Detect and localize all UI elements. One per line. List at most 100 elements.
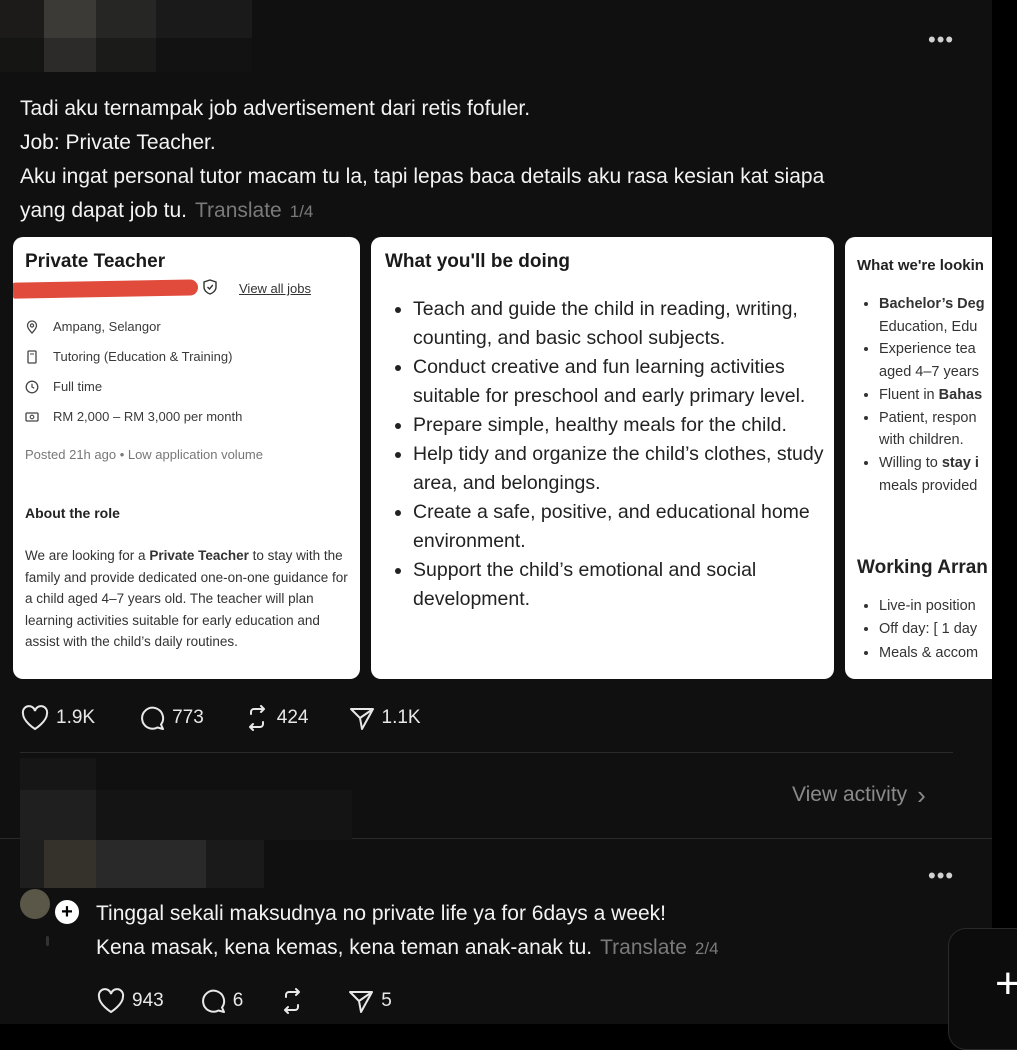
arrangement-item: Live-in position [879,595,978,618]
post-body: Tadi aku ternampak job advertisement dar… [20,92,970,229]
reply-more-button[interactable]: ••• [928,865,954,887]
requirement-item: Patient, respon with children. [879,407,985,452]
requirement-item: Experience tea aged 4–7 years [879,338,985,383]
like-count: 1.9K [56,707,96,728]
duty-item: Support the child’s emotional and social… [413,556,834,614]
working-arrangement-list: Live-in position Off day: [ 1 day Meals … [857,595,978,665]
duty-item: Prepare simple, healthy meals for the ch… [413,411,834,440]
requirement-item: Willing to stay i meals provided [879,452,985,497]
reply-avatar[interactable] [20,889,50,919]
duty-item: Teach and guide the child in reading, wr… [413,295,834,353]
duty-item: Conduct creative and fun learning activi… [413,353,834,411]
plus-icon: + [995,959,1017,1008]
clock-icon [25,380,39,394]
chevron-right-icon: › [917,780,926,810]
divider [20,752,953,753]
job-type-text: Full time [53,379,103,394]
heart-icon [21,705,49,731]
view-all-jobs-link[interactable]: View all jobs [239,281,311,296]
post-translate-link[interactable]: Translate [195,199,282,222]
comment-button[interactable]: 773 [139,705,204,731]
requirement-text: Education, Edu [879,318,978,335]
post-line-4: yang dapat job tu. Translate 1/4 [20,194,970,229]
post-action-bar: 1.9K 773 424 1.1K [21,705,421,731]
requirement-item: Bachelor’s Deg Education, Edu [879,293,985,338]
requirement-text: Bahas [938,386,983,403]
job-title: Private Teacher [25,251,166,272]
duty-item: Help tidy and organize the child’s cloth… [413,440,834,498]
category-text: Tutoring (Education & Training) [53,349,233,364]
comment-icon [201,989,225,1013]
requirements-list: Bachelor’s Deg Education, Edu Experience … [857,293,985,497]
repost-icon [284,988,301,1014]
about-text-bold: Private Teacher [149,548,249,563]
reply-like-button[interactable]: 943 [97,988,164,1014]
view-activity-link[interactable]: View activity › [792,780,926,810]
requirement-text: aged 4–7 years [879,364,979,381]
requirement-text: meals provided [879,477,978,494]
repost-count: 424 [276,707,309,728]
requirements-heading: What we're lookin [857,257,984,274]
reply-action-bar: 943 6 5 [97,988,392,1014]
reply-comment-count: 6 [232,990,244,1011]
reply-line-2: Kena masak, kena kemas, kena teman anak-… [96,931,956,966]
location-pin-icon [25,319,39,334]
requirement-text: Bachelor’s Deg [879,296,985,312]
duties-list: Teach and guide the child in reading, wr… [385,295,834,614]
requirement-text: Willing to [879,454,942,471]
job-card-duties[interactable]: What you'll be doing Teach and guide the… [371,237,834,679]
send-icon [349,991,374,1013]
about-text-end: to stay with the family and provide dedi… [25,548,348,649]
redacted-company-name [13,279,199,299]
location-text: Ampang, Selangor [53,319,161,334]
share-button[interactable]: 1.1K [349,705,421,731]
reply-page-indicator: 2/4 [694,939,719,958]
location-row: Ampang, Selangor [25,319,161,334]
reply-like-count: 943 [132,990,164,1011]
repost-icon [248,705,265,731]
duty-item: Create a safe, positive, and educational… [413,498,834,556]
comment-icon [141,706,165,730]
send-icon [349,708,374,730]
post-more-button[interactable]: ••• [928,29,954,51]
requirement-text: with children. [879,432,964,449]
requirement-item: Fluent in Bahas [879,384,985,407]
about-text-start: We are looking for a [25,548,150,563]
about-heading: About the role [25,505,120,521]
reply-share-button[interactable]: 5 [348,988,392,1014]
thread-line [46,936,49,946]
job-card-requirements[interactable]: What we're lookin Bachelor’s Deg Educatio… [845,237,992,679]
reply-comment-button[interactable]: 6 [200,988,244,1014]
arrangement-item: Off day: [ 1 day [879,618,978,641]
arrangement-item: Meals & accom [879,642,978,665]
post-page-indicator: 1/4 [289,202,314,221]
job-type-row: Full time [25,379,102,394]
repost-button[interactable]: 424 [244,705,309,731]
working-arrangement-heading: Working Arran [857,557,988,578]
reply-body: Tinggal sekali maksudnya no private life… [96,897,956,966]
posted-info: Posted 21h ago • Low application volume [25,447,263,462]
view-activity-label: View activity [792,783,908,806]
post-line-3: Aku ingat personal tutor macam tu la, ta… [20,165,825,188]
requirement-text: Fluent in [879,386,939,403]
job-card-overview[interactable]: Private Teacher View all jobs Ampang, Se… [13,237,360,679]
post-line-1: Tadi aku ternampak job advertisement dar… [20,97,531,120]
reply-share-count: 5 [381,990,392,1011]
share-count: 1.1K [381,707,421,728]
compose-fab-button[interactable]: + [948,928,1017,1050]
comment-count: 773 [172,707,204,728]
duties-heading: What you'll be doing [385,251,570,272]
screen-edge [992,0,1017,1024]
salary-row: RM 2,000 – RM 3,000 per month [25,409,242,424]
like-button[interactable]: 1.9K [21,705,95,731]
follow-plus-button[interactable]: + [53,898,81,926]
reply-translate-link[interactable]: Translate [600,936,687,959]
heart-icon [97,988,125,1014]
briefcase-icon [25,349,39,364]
reply-line-1: Tinggal sekali maksudnya no private life… [96,902,667,925]
about-body: We are looking for a Private Teacher to … [25,545,355,653]
post-line-4-text: yang dapat job tu. [20,199,187,222]
reply-repost-button[interactable] [279,988,312,1014]
requirement-text: stay i [941,454,979,471]
reply-line-2-text: Kena masak, kena kemas, kena teman anak-… [96,936,593,959]
